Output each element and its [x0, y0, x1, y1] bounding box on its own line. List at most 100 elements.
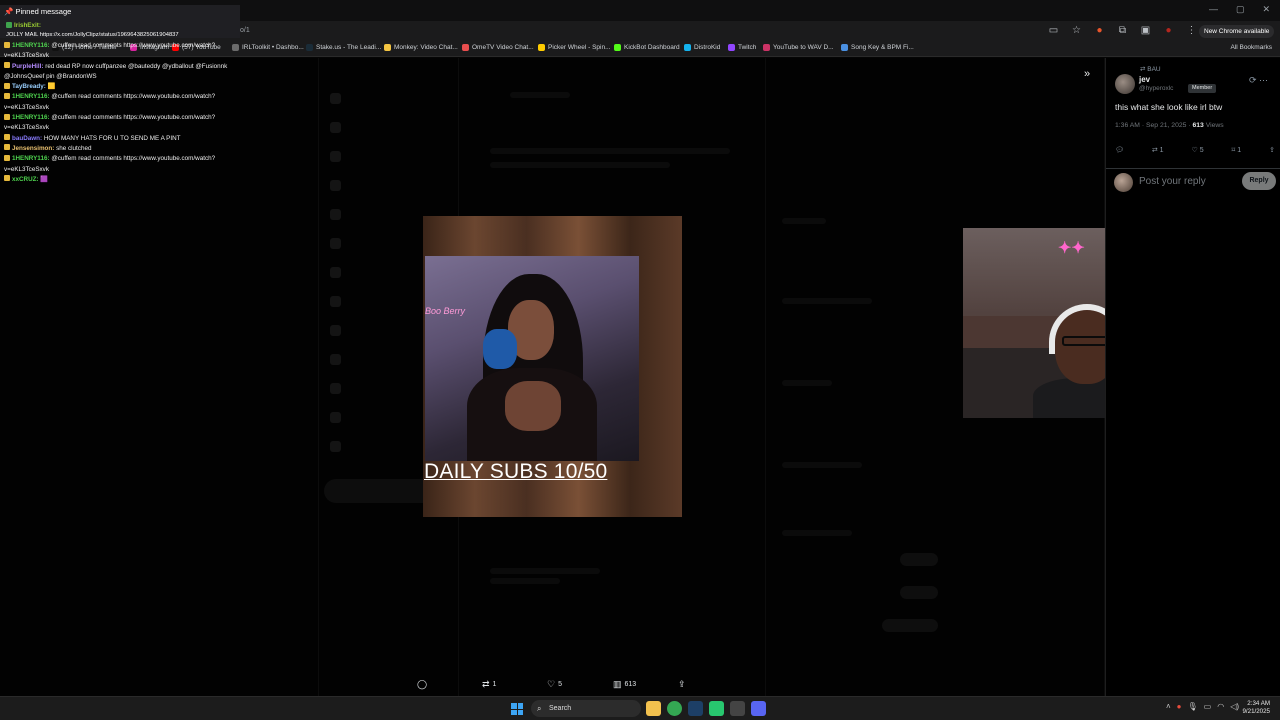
chat-username[interactable]: 1HENRY116: — [12, 42, 50, 49]
nav-item[interactable] — [330, 266, 352, 295]
volume-icon[interactable]: ◁) — [1230, 702, 1239, 711]
reply-icon[interactable]: 💬︎ — [1115, 146, 1124, 154]
media-viewer-image[interactable]: Boo Berry DAILY SUBS 10/50 — [423, 216, 682, 517]
windows-start-icon[interactable] — [511, 703, 523, 715]
badge-icon — [4, 175, 10, 182]
app-icon[interactable] — [730, 701, 745, 716]
chat-username[interactable]: 1HENRY116: — [12, 114, 50, 121]
bookmark-item[interactable]: YouTube to WAV D... — [763, 44, 834, 51]
bookmark-item[interactable]: OmeTV Video Chat... — [462, 44, 534, 51]
badge-icon — [4, 82, 10, 89]
reply-icon: ◯ — [417, 679, 428, 689]
new-chrome-available-button[interactable]: New Chrome available — [1199, 25, 1275, 38]
views-label: Views — [1203, 122, 1224, 129]
media-reply-button[interactable]: ◯ — [417, 679, 427, 690]
steam-icon[interactable] — [688, 701, 703, 716]
dimmed-text — [782, 462, 862, 468]
nav-item[interactable] — [330, 411, 352, 440]
sidepanel-icon[interactable]: ▣ — [1140, 25, 1151, 36]
chat-username[interactable]: 1HENRY116: — [12, 93, 50, 100]
like-button[interactable]: ♡ 5 — [1192, 146, 1204, 154]
star-icon[interactable]: ☆ — [1071, 25, 1082, 36]
share-icon[interactable]: ⇪ — [1269, 146, 1275, 154]
nav-item[interactable] — [330, 121, 352, 150]
chevron-up-icon[interactable]: ˄ — [1166, 702, 1171, 711]
nav-item[interactable] — [330, 324, 352, 353]
reply-button[interactable]: Reply — [1242, 172, 1276, 190]
chat-message: xxCRUZ: 🟪 — [4, 175, 240, 185]
chat-message: 1HENRY116: @cuffem read comments https:/… — [4, 113, 240, 123]
chat-username[interactable]: Jensensimon: — [12, 145, 54, 152]
display-icon[interactable]: ▭ — [1204, 702, 1212, 711]
clock[interactable]: 2:34 AM 9/21/2025 — [1242, 700, 1270, 716]
bookmark-item[interactable]: Song Key & BPM Fi... — [841, 44, 914, 51]
media-share-button[interactable]: ⇪ — [678, 679, 686, 690]
author-handle[interactable]: @hyperoxlc — [1139, 85, 1173, 92]
media-like-button[interactable]: ♡ 5 — [547, 679, 562, 690]
chat-username[interactable]: bauDawn: — [12, 135, 42, 142]
expand-panel-icon[interactable]: » — [1084, 68, 1090, 80]
bookmark-item[interactable]: DistroKid — [684, 44, 720, 51]
nav-item[interactable] — [330, 150, 352, 179]
dimmed-follow-button[interactable] — [900, 553, 938, 566]
bookmark-item[interactable]: IRLToolkit • Dashbo... — [232, 44, 304, 51]
extension-icon[interactable]: ● — [1094, 25, 1105, 36]
minimize-button[interactable]: — — [1209, 4, 1218, 15]
chat-username[interactable]: PurpleHill: — [12, 63, 44, 70]
menu-icon[interactable]: ⋮ — [1186, 25, 1197, 36]
bookmark-label: KickBot Dashboard — [624, 44, 680, 51]
dimmed-header — [510, 92, 570, 98]
media-views-button[interactable]: ▥ 613 — [613, 679, 636, 690]
retweeter-label: ⇄ BAU — [1140, 66, 1161, 73]
bookmark-button[interactable]: ⌑ 1 — [1232, 146, 1241, 154]
tweet-meta: 1:36 AM · Sep 21, 2025 · 613 Views — [1115, 122, 1224, 129]
views-count: 613 — [1192, 122, 1204, 129]
chat-message: PurpleHill: red dead RP now cuffpanzee @… — [4, 62, 240, 72]
nav-item[interactable] — [330, 295, 352, 324]
puzzle-icon[interactable]: ⧉ — [1117, 25, 1128, 36]
maximize-button[interactable]: ▢ — [1236, 4, 1245, 15]
bookmark-item[interactable]: Twitch — [728, 44, 756, 51]
more-icon[interactable]: ⟳ ⋯ — [1249, 75, 1268, 86]
bookmark-label: Stake.us - The Leadi... — [316, 44, 382, 51]
address-bar-url[interactable]: o/1 — [240, 27, 250, 34]
chat-message: bauDawn: HOW MANY HATS FOR U TO SEND ME … — [4, 134, 240, 144]
nav-item[interactable] — [330, 179, 352, 208]
profile-icon[interactable]: ● — [1163, 25, 1174, 36]
app-icon[interactable] — [709, 701, 724, 716]
chat-username[interactable]: TayBready: — [12, 83, 46, 90]
taskbar-search[interactable]: ⌕ Search — [531, 700, 641, 717]
bookmark-item[interactable]: Picker Wheel - Spin... — [538, 44, 611, 51]
bookmark-label: Song Key & BPM Fi... — [851, 44, 914, 51]
dimmed-text — [782, 380, 832, 386]
mic-icon[interactable]: 🎙︎ — [1188, 702, 1198, 711]
close-button[interactable]: ✕ — [1262, 4, 1270, 15]
dimmed-follow-button[interactable] — [882, 619, 938, 632]
bookmark-item[interactable]: Monkey: Video Chat... — [384, 44, 458, 51]
chat-text: @JohnsQueef pin @BrandonWS — [4, 72, 97, 80]
bookmark-item[interactable]: Stake.us - The Leadi... — [306, 44, 381, 51]
nav-item[interactable] — [330, 353, 352, 382]
all-bookmarks-button[interactable]: All Bookmarks — [1230, 44, 1272, 51]
chat-text: @cuffem read comments https://www.youtub… — [49, 114, 216, 122]
media-retweet-button[interactable]: ⇄ 1 — [482, 679, 496, 690]
tray-app-icon[interactable]: ● — [1177, 702, 1182, 711]
nav-item[interactable] — [330, 440, 352, 469]
wifi-icon[interactable]: ◠ — [1217, 702, 1224, 711]
nav-item[interactable] — [330, 237, 352, 266]
reply-input[interactable]: Post your reply — [1139, 176, 1206, 187]
chat-username[interactable]: 1HENRY116: — [12, 155, 50, 162]
retweet-button[interactable]: ⇄ 1 — [1152, 146, 1164, 154]
avatar[interactable] — [1115, 74, 1135, 94]
author-name[interactable]: jev — [1139, 75, 1150, 84]
file-explorer-icon[interactable] — [646, 701, 661, 716]
chrome-icon[interactable] — [667, 701, 682, 716]
nav-item[interactable] — [330, 208, 352, 237]
nav-item[interactable] — [330, 382, 352, 411]
bookmark-item[interactable]: KickBot Dashboard — [614, 44, 680, 51]
chat-username[interactable]: xxCRUZ: — [12, 176, 39, 183]
nav-item[interactable] — [330, 92, 352, 121]
dimmed-follow-button[interactable] — [900, 586, 938, 599]
cast-icon[interactable]: ▭ — [1048, 25, 1059, 36]
discord-icon[interactable] — [751, 701, 766, 716]
